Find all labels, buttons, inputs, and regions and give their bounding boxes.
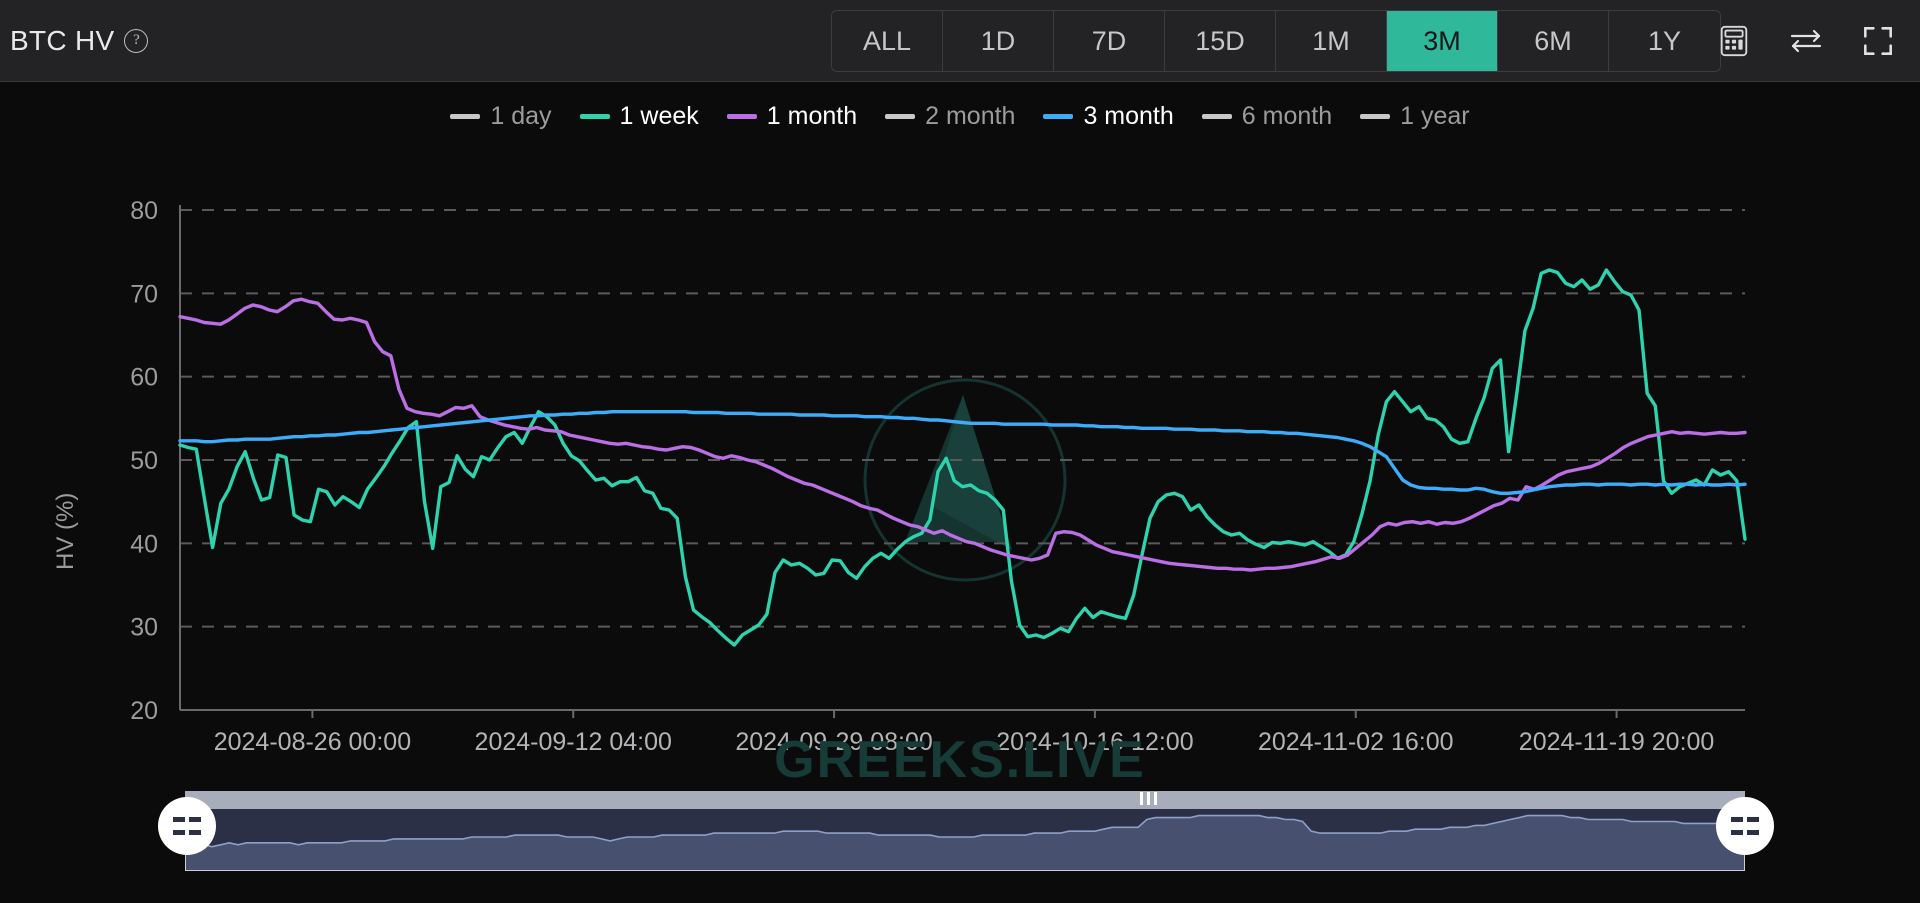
datazoom-preview-chart bbox=[185, 814, 1744, 870]
datazoom-area bbox=[186, 815, 1744, 870]
legend-color-swatch bbox=[885, 114, 916, 119]
timeframe-tab-15d[interactable]: 15D bbox=[1165, 11, 1276, 71]
datazoom-handle-left[interactable] bbox=[158, 797, 216, 855]
handle-grip-line bbox=[1731, 817, 1759, 822]
legend-item-3-month[interactable]: 3 month bbox=[1043, 102, 1174, 131]
x-axis-tick: 2024-11-02 16:00 bbox=[1258, 728, 1454, 756]
legend-label: 3 month bbox=[1083, 102, 1174, 130]
legend-item-1-week[interactable]: 1 week bbox=[579, 102, 699, 131]
datazoom-grip-icon bbox=[1140, 792, 1158, 805]
x-axis-tick: 2024-08-26 00:00 bbox=[214, 728, 411, 756]
legend-color-swatch bbox=[1201, 114, 1232, 119]
legend-label: 1 week bbox=[619, 102, 699, 130]
x-axis-tick: 2024-09-29 08:00 bbox=[735, 728, 932, 756]
page-header: BTC HV ? ALL 1D 7D 15D 1M 3M 6M 1Y bbox=[0, 0, 1920, 82]
legend-color-swatch bbox=[579, 114, 610, 119]
timeframe-tab-7d[interactable]: 7D bbox=[1054, 11, 1165, 71]
legend-label: 2 month bbox=[925, 102, 1016, 130]
timeframe-tabs[interactable]: ALL 1D 7D 15D 1M 3M 6M 1Y bbox=[831, 10, 1721, 72]
legend-item-1-year[interactable]: 1 year bbox=[1360, 102, 1470, 131]
legend-label: 1 year bbox=[1400, 102, 1470, 130]
x-axis-tick: 2024-11-19 20:00 bbox=[1519, 728, 1715, 756]
chart-plot-area: HV (%) 80 70 60 50 40 30 20 2024-08-26 00:00 202… bbox=[0, 150, 1920, 790]
datazoom-move-bar[interactable] bbox=[185, 791, 1745, 809]
page-title: BTC HV ? bbox=[0, 24, 149, 57]
datazoom-handle-right[interactable] bbox=[1716, 797, 1774, 855]
timeframe-tab-6m[interactable]: 6M bbox=[1498, 11, 1609, 71]
legend-color-swatch bbox=[1043, 114, 1074, 119]
legend-color-swatch bbox=[1360, 114, 1391, 119]
timeframe-tab-1y[interactable]: 1Y bbox=[1609, 11, 1720, 71]
datazoom-brush[interactable] bbox=[0, 791, 1920, 903]
legend-item-6-month[interactable]: 6 month bbox=[1201, 102, 1333, 131]
y-axis-tick: 20 bbox=[130, 697, 158, 725]
y-axis-tick: 60 bbox=[130, 364, 158, 392]
timeframe-tab-3m[interactable]: 3M bbox=[1387, 11, 1498, 71]
handle-grip-line bbox=[173, 817, 201, 822]
datazoom-track[interactable] bbox=[185, 803, 1745, 871]
line-chart-svg[interactable]: 80 70 60 50 40 30 20 2024-08-26 00:00 2024-09-12… bbox=[0, 150, 1920, 790]
timeframe-tab-1d[interactable]: 1D bbox=[943, 11, 1054, 71]
timeframe-tab-1m[interactable]: 1M bbox=[1276, 11, 1387, 71]
y-axis-tick: 70 bbox=[130, 280, 158, 308]
legend-item-2-month[interactable]: 2 month bbox=[885, 102, 1015, 131]
swap-arrows-icon[interactable] bbox=[1788, 23, 1824, 59]
legend-color-swatch bbox=[450, 114, 481, 119]
x-axis-tick: 2024-09-12 04:00 bbox=[475, 728, 672, 756]
legend-item-1-month[interactable]: 1 month bbox=[726, 102, 858, 131]
y-axis-tick: 50 bbox=[130, 447, 158, 475]
legend-label: 6 month bbox=[1241, 102, 1333, 130]
hv-chart-page: BTC HV ? ALL 1D 7D 15D 1M 3M 6M 1Y 1 day… bbox=[0, 0, 1920, 903]
fullscreen-icon[interactable] bbox=[1860, 23, 1896, 59]
series-legend: 1 day 1 week 1 month 2 month 3 month 6 month 1… bbox=[0, 102, 1920, 131]
timeframe-tab-all[interactable]: ALL bbox=[832, 11, 943, 71]
handle-grip-line bbox=[1731, 830, 1759, 835]
legend-label: 1 day bbox=[490, 102, 552, 130]
question-circle-icon[interactable]: ? bbox=[124, 28, 149, 53]
legend-item-1-day[interactable]: 1 day bbox=[450, 102, 552, 131]
calculator-icon[interactable] bbox=[1716, 23, 1752, 59]
legend-label: 1 month bbox=[766, 102, 858, 130]
page-title-text: BTC HV bbox=[10, 24, 115, 56]
handle-grip-line bbox=[173, 830, 201, 835]
header-icon-group bbox=[1716, 0, 1896, 82]
y-axis-tick: 80 bbox=[130, 197, 158, 225]
legend-color-swatch bbox=[726, 114, 757, 119]
x-axis-tick: 2024-10-16 12:00 bbox=[996, 728, 1193, 756]
y-axis-tick: 40 bbox=[130, 530, 158, 558]
y-axis-tick: 30 bbox=[130, 614, 158, 642]
